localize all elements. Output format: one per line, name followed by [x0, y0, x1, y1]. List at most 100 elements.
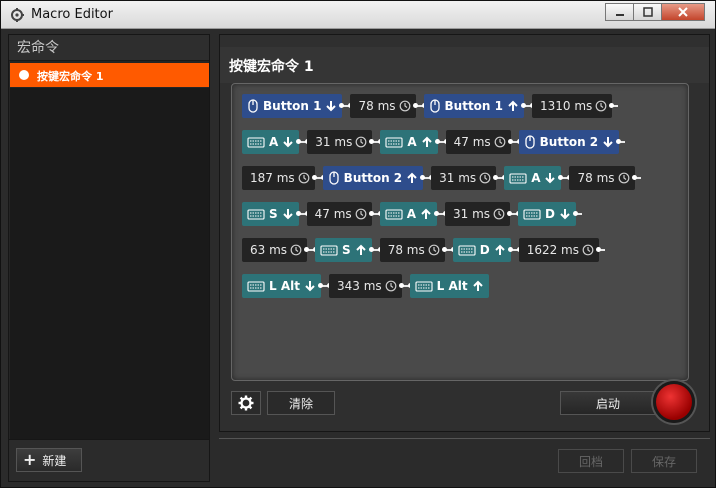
arrow-up-icon	[472, 280, 483, 291]
delay-chip[interactable]: 31 ms	[307, 130, 373, 154]
key-event-chip[interactable]: A	[379, 202, 437, 226]
event-label: 78 ms	[577, 171, 615, 185]
delay-chip[interactable]: 78 ms	[569, 166, 635, 190]
key-event-chip[interactable]: A	[242, 130, 300, 154]
delay-chip[interactable]: 78 ms	[379, 238, 445, 262]
back-button[interactable]: 回档	[558, 449, 624, 473]
close-button[interactable]	[661, 3, 705, 21]
delay-chip[interactable]: 63 ms	[242, 238, 308, 262]
connector	[368, 211, 383, 216]
connector	[368, 247, 383, 252]
clear-button[interactable]: 清除	[267, 391, 335, 415]
minimize-button[interactable]	[605, 3, 633, 21]
arrow-up-icon	[407, 172, 417, 183]
mouse-icon	[525, 135, 535, 149]
macro-editor-window: Macro Editor 宏命令 按键宏命令 1 + 新建 按键宏命令 1 Bu…	[0, 0, 716, 488]
sidebar-item-macro-1[interactable]: 按键宏命令 1	[10, 63, 209, 87]
connector	[369, 139, 384, 144]
title-bar: Macro Editor	[1, 1, 715, 29]
delay-chip[interactable]: 1310 ms	[532, 94, 613, 118]
mouse-event-chip[interactable]: Button 1	[423, 94, 524, 118]
clock-icon	[355, 208, 367, 220]
window-title: Macro Editor	[31, 7, 113, 22]
key-event-chip[interactable]: D	[518, 202, 576, 226]
arrow-up-icon	[508, 100, 518, 111]
arrow-down-icon	[282, 209, 293, 220]
arrow-up-icon	[355, 244, 366, 255]
event-label: 47 ms	[453, 135, 491, 149]
key-event-chip[interactable]: L Alt	[242, 274, 321, 298]
event-label: 78 ms	[358, 99, 396, 113]
delay-chip[interactable]: 78 ms	[350, 94, 416, 118]
save-button[interactable]: 保存	[631, 449, 697, 473]
key-event-chip[interactable]: A	[504, 166, 562, 190]
macro-row: L Alt 343 ms L Alt	[242, 273, 489, 299]
event-label: S	[269, 207, 278, 221]
connector	[631, 175, 641, 180]
connector	[507, 247, 522, 252]
macro-row: S 47 ms A 31 ms D	[242, 201, 582, 227]
key-event-chip[interactable]: L Alt	[409, 274, 489, 298]
connector	[616, 139, 626, 144]
sidebar-item-label: 按键宏命令 1	[37, 70, 104, 83]
event-label: D	[545, 207, 555, 221]
macro-main-panel: 按键宏命令 1 Button 1 78 ms Button 1 1310 ms A 31 …	[219, 34, 710, 432]
maximize-button[interactable]	[633, 3, 661, 21]
new-macro-button[interactable]: + 新建	[16, 448, 82, 472]
delay-chip[interactable]: 31 ms	[431, 166, 497, 190]
start-button[interactable]: 启动	[560, 391, 656, 415]
key-event-chip[interactable]: A	[380, 130, 438, 154]
connector	[595, 247, 605, 252]
keyboard-icon	[247, 209, 265, 220]
event-label: 187 ms	[250, 171, 295, 185]
event-label: Button 2	[539, 135, 599, 149]
event-label: 343 ms	[336, 279, 382, 293]
mouse-event-chip[interactable]: Button 2	[322, 166, 424, 190]
mouse-event-chip[interactable]: Button 2	[518, 130, 620, 154]
key-event-chip[interactable]: S	[315, 238, 372, 262]
arrow-down-icon	[326, 101, 337, 112]
event-label: 78 ms	[387, 243, 425, 257]
keyboard-icon	[523, 209, 541, 220]
connector	[295, 211, 310, 216]
main-header: 按键宏命令 1	[220, 47, 709, 83]
keyboard-icon	[247, 137, 265, 148]
arrow-down-icon	[603, 137, 613, 148]
event-label: 1310 ms	[540, 99, 593, 113]
event-label: 31 ms	[315, 135, 353, 149]
connector	[434, 139, 449, 144]
delay-chip[interactable]: 31 ms	[444, 202, 511, 226]
event-label: 31 ms	[439, 171, 477, 185]
clock-icon	[399, 100, 410, 112]
delay-chip[interactable]: 47 ms	[306, 202, 372, 226]
mouse-event-chip[interactable]: Button 1	[242, 94, 343, 118]
mouse-icon	[248, 99, 258, 113]
connector	[572, 211, 582, 216]
key-event-chip[interactable]: S	[242, 202, 299, 226]
new-button-label: 新建	[42, 453, 67, 468]
minimize-icon	[615, 14, 624, 16]
event-label: Button 2	[343, 171, 403, 185]
delay-chip[interactable]: 1622 ms	[518, 238, 599, 262]
sidebar-footer: + 新建	[9, 439, 209, 481]
close-icon	[678, 7, 688, 17]
key-event-chip[interactable]: D	[452, 238, 511, 262]
delay-chip[interactable]: 187 ms	[242, 166, 315, 190]
connector	[412, 103, 427, 108]
event-label: Button 1	[263, 99, 322, 113]
delay-chip[interactable]: 343 ms	[328, 274, 402, 298]
clock-icon	[582, 244, 594, 256]
clock-icon	[493, 208, 505, 220]
connector	[311, 175, 326, 180]
connector	[493, 175, 508, 180]
record-button[interactable]	[653, 381, 695, 423]
gear-icon	[238, 395, 254, 411]
event-label: L Alt	[269, 279, 300, 293]
delay-chip[interactable]: 47 ms	[445, 130, 511, 154]
clock-icon	[428, 244, 440, 256]
arrow-down-icon	[560, 209, 570, 220]
connector	[521, 103, 535, 108]
keyboard-icon	[458, 245, 476, 256]
connector	[507, 211, 522, 216]
settings-button[interactable]	[231, 391, 261, 415]
